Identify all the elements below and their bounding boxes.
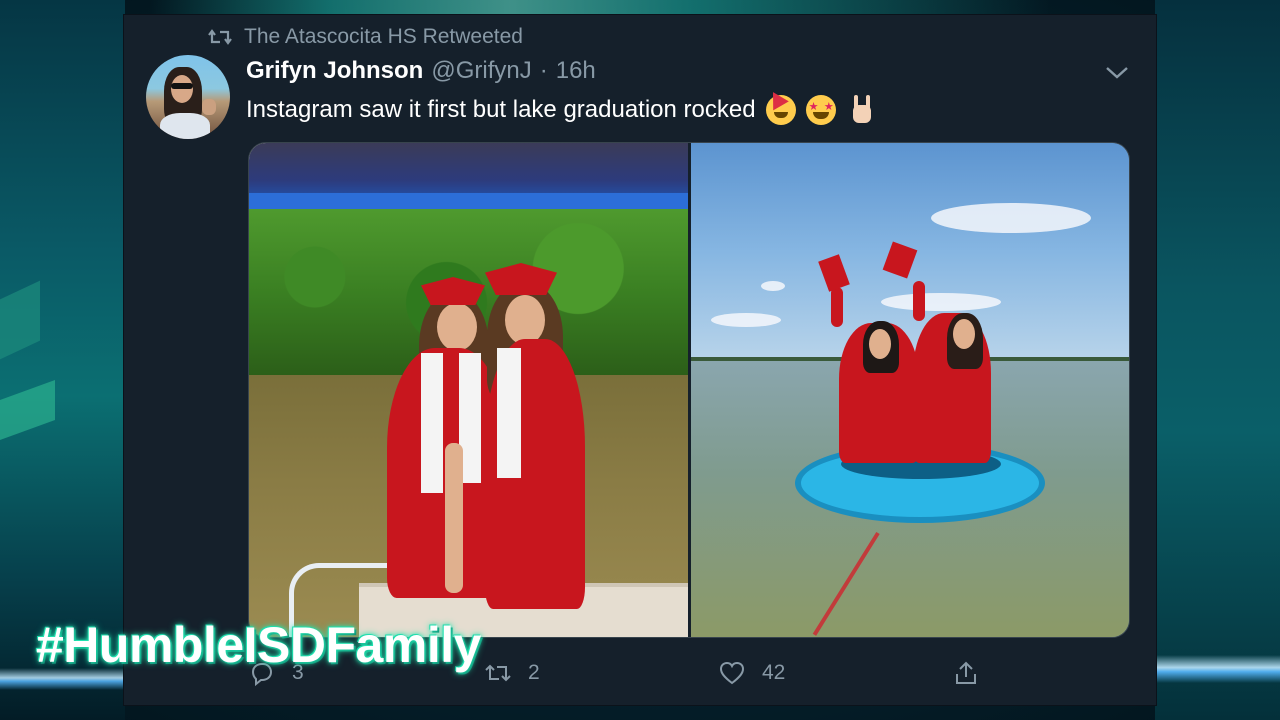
user-handle[interactable]: @GrifynJ: [431, 57, 531, 85]
stole: [421, 353, 443, 493]
raised-arm: [912, 281, 925, 321]
cloud: [880, 293, 1001, 311]
heart-icon: [719, 661, 745, 685]
stole: [497, 348, 521, 478]
background-glow: [1155, 655, 1280, 683]
retweet-count: 2: [528, 661, 540, 684]
photo-tube-graduates[interactable]: [690, 143, 1129, 637]
sign-of-the-horns-emoji: [846, 95, 876, 125]
retweet-icon: [208, 29, 232, 45]
partying-face-emoji: [765, 95, 796, 125]
tweet-header: Grifyn Johnson @GrifynJ · 16h: [246, 57, 596, 89]
face: [868, 329, 891, 359]
retweet-button[interactable]: 2: [484, 655, 540, 691]
avatar[interactable]: [146, 55, 230, 139]
tweet-text: Instagram saw it first but lake graduati…: [246, 93, 876, 127]
background-left-panel: [0, 0, 125, 720]
face: [505, 295, 545, 345]
tweet-media: [248, 142, 1130, 638]
avatar-glasses: [171, 83, 193, 89]
display-name[interactable]: Grifyn Johnson: [246, 57, 423, 85]
cloud: [930, 203, 1091, 233]
background-glow: [150, 0, 1050, 14]
avatar-shirt: [160, 113, 210, 139]
retweet-context: The Atascocita HS Retweeted: [208, 25, 523, 49]
tweet-card[interactable]: The Atascocita HS Retweeted Grifyn Johns…: [123, 14, 1157, 706]
like-button[interactable]: 42: [718, 655, 785, 691]
tweet-body: Instagram saw it first but lake graduati…: [246, 96, 756, 123]
timestamp[interactable]: 16h: [556, 57, 596, 85]
chevron-down-icon[interactable]: [1104, 63, 1130, 83]
like-count: 42: [762, 661, 786, 684]
cloud: [710, 313, 781, 327]
cloud: [760, 281, 785, 291]
face: [437, 303, 477, 351]
face: [952, 319, 975, 349]
star-struck-emoji: [805, 95, 836, 125]
avatar-hand: [202, 99, 216, 115]
background-right-panel: [1155, 0, 1280, 720]
share-icon: [956, 661, 976, 684]
photo-boat-graduates[interactable]: [249, 143, 688, 637]
retweet-label[interactable]: The Atascocita HS Retweeted: [244, 25, 523, 49]
boat-canopy-rim: [249, 193, 688, 209]
avatar-face: [171, 75, 193, 103]
retweet-icon: [485, 664, 511, 682]
share-button[interactable]: [952, 655, 980, 691]
legs: [445, 443, 463, 593]
separator-dot: ·: [539, 57, 548, 84]
hashtag-overlay: #HumbleISDFamily: [36, 617, 481, 673]
raised-arm: [830, 287, 843, 327]
